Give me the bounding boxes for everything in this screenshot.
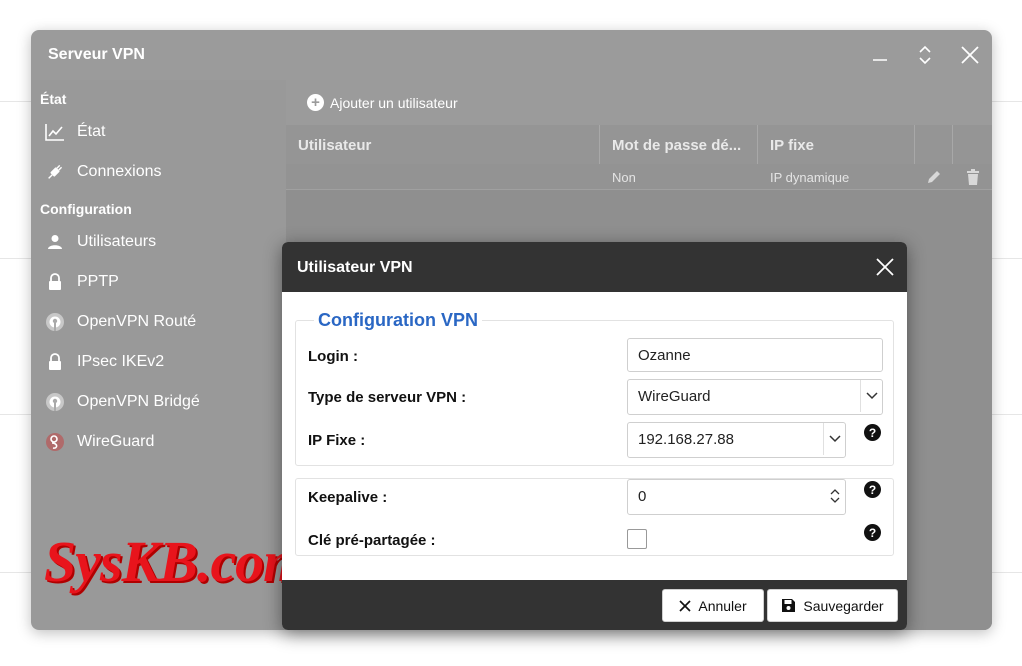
login-label: Login : bbox=[308, 348, 358, 365]
help-icon[interactable]: ? bbox=[864, 524, 881, 541]
login-input[interactable]: Ozanne bbox=[627, 338, 883, 372]
cancel-button[interactable]: Annuler bbox=[662, 589, 764, 622]
openvpn-icon bbox=[44, 311, 66, 333]
preshared-key-checkbox[interactable] bbox=[627, 529, 647, 549]
stepper-down-icon[interactable] bbox=[830, 497, 840, 503]
number-stepper[interactable] bbox=[825, 480, 845, 512]
lock-icon bbox=[44, 271, 66, 293]
ip-fixed-label: IP Fixe : bbox=[308, 432, 366, 449]
window-close-icon[interactable] bbox=[957, 42, 983, 68]
help-icon[interactable]: ? bbox=[864, 481, 881, 498]
cancel-label: Annuler bbox=[698, 597, 747, 614]
add-user-button[interactable]: + Ajouter un utilisateur bbox=[307, 94, 458, 111]
vpn-config-legend: Configuration VPN bbox=[314, 310, 482, 331]
watermark-logo: SysKB.com bbox=[44, 529, 308, 594]
add-user-label: Ajouter un utilisateur bbox=[330, 94, 458, 111]
sidebar-item-openvpn-bridge[interactable]: OpenVPN Bridgé bbox=[31, 384, 286, 420]
keepalive-value: 0 bbox=[638, 488, 647, 505]
sidebar-item-connexions[interactable]: Connexions bbox=[31, 154, 286, 190]
sidebar-item-label: État bbox=[77, 123, 106, 140]
cell-password: Non bbox=[612, 170, 636, 185]
sidebar-item-label: Utilisateurs bbox=[77, 233, 157, 250]
sidebar-item-ipsec-ikev2[interactable]: IPsec IKEv2 bbox=[31, 344, 286, 380]
column-header-ip[interactable]: IP fixe bbox=[758, 125, 915, 164]
sidebar-item-openvpn-route[interactable]: OpenVPN Routé bbox=[31, 304, 286, 340]
column-header-user[interactable]: Utilisateur bbox=[286, 125, 600, 164]
cell-ip: IP dynamique bbox=[770, 170, 850, 185]
user-icon bbox=[44, 231, 66, 253]
save-button[interactable]: Sauvegarder bbox=[767, 589, 898, 622]
ip-fixed-combobox[interactable]: 192.168.27.88 bbox=[627, 422, 846, 458]
toolbar: + Ajouter un utilisateur bbox=[286, 80, 992, 125]
window-title: Serveur VPN bbox=[48, 46, 145, 63]
maximize-icon[interactable] bbox=[912, 42, 938, 68]
dialog-close-icon[interactable] bbox=[873, 255, 897, 279]
sidebar-item-pptp[interactable]: PPTP bbox=[31, 264, 286, 300]
server-type-select[interactable]: WireGuard bbox=[627, 379, 883, 415]
edit-icon[interactable] bbox=[915, 164, 953, 190]
sidebar-section-state: État bbox=[40, 91, 67, 107]
save-label: Sauvegarder bbox=[803, 597, 884, 614]
plug-icon bbox=[44, 161, 66, 183]
server-type-value: WireGuard bbox=[638, 388, 711, 405]
sidebar-item-label: OpenVPN Bridgé bbox=[77, 393, 200, 410]
keepalive-input[interactable]: 0 bbox=[627, 479, 846, 515]
close-icon bbox=[679, 599, 691, 612]
chevron-down-icon bbox=[860, 380, 882, 412]
chevron-down-icon bbox=[823, 423, 845, 455]
wireguard-icon bbox=[44, 431, 66, 453]
column-header-password[interactable]: Mot de passe dé... bbox=[600, 125, 758, 164]
ip-fixed-value: 192.168.27.88 bbox=[638, 431, 734, 448]
help-icon[interactable]: ? bbox=[864, 424, 881, 441]
table-header: Utilisateur Mot de passe dé... IP fixe bbox=[286, 125, 992, 164]
sidebar-item-label: OpenVPN Routé bbox=[77, 313, 197, 330]
dialog-title: Utilisateur VPN bbox=[297, 259, 413, 276]
column-header-delete bbox=[953, 125, 992, 164]
vpn-user-dialog: Utilisateur VPN Configuration VPN Login … bbox=[282, 242, 907, 630]
sidebar-item-wireguard[interactable]: WireGuard bbox=[31, 424, 286, 460]
trash-icon[interactable] bbox=[953, 164, 992, 190]
lock-icon bbox=[44, 351, 66, 373]
keepalive-label: Keepalive : bbox=[308, 489, 388, 506]
sidebar-item-label: IPsec IKEv2 bbox=[77, 353, 165, 370]
sidebar-item-etat[interactable]: État bbox=[31, 114, 286, 150]
sidebar-item-utilisateurs[interactable]: Utilisateurs bbox=[31, 224, 286, 260]
dialog-header: Utilisateur VPN bbox=[282, 242, 907, 292]
server-type-label: Type de serveur VPN : bbox=[308, 389, 467, 406]
sidebar-section-config: Configuration bbox=[40, 201, 132, 217]
sidebar-item-label: WireGuard bbox=[77, 433, 155, 450]
login-value: Ozanne bbox=[638, 347, 691, 364]
window-titlebar: Serveur VPN bbox=[31, 30, 992, 80]
table-row[interactable]: Non IP dynamique bbox=[286, 164, 992, 190]
sidebar-item-label: PPTP bbox=[77, 273, 119, 290]
plus-circle-icon: + bbox=[307, 94, 324, 111]
column-header-edit bbox=[915, 125, 953, 164]
stepper-up-icon[interactable] bbox=[830, 489, 840, 495]
sidebar-item-label: Connexions bbox=[77, 163, 162, 180]
floppy-disk-icon bbox=[781, 598, 796, 613]
preshared-key-label: Clé pré-partagée : bbox=[308, 532, 436, 549]
minimize-icon[interactable] bbox=[867, 42, 893, 68]
chart-line-icon bbox=[44, 121, 66, 143]
openvpn-icon bbox=[44, 391, 66, 413]
cell-user bbox=[286, 164, 600, 190]
dialog-footer: Annuler Sauvegarder bbox=[282, 580, 907, 630]
